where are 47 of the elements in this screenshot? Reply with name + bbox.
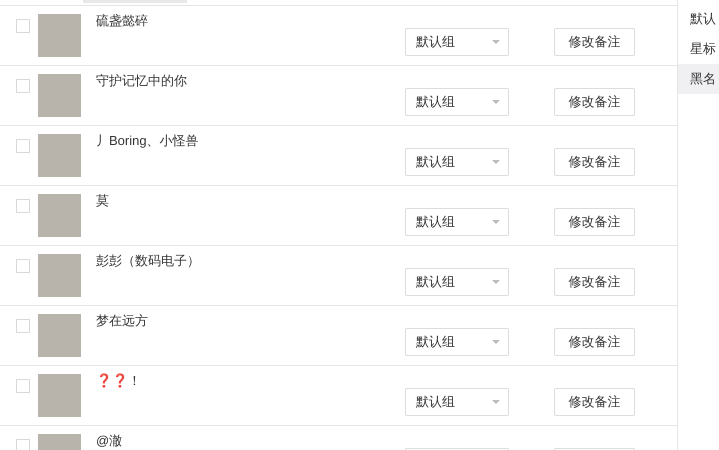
edit-note-button[interactable]: 修改备注 <box>554 148 635 176</box>
caret-icon <box>492 160 500 164</box>
group-select[interactable]: 默认组 <box>405 268 509 296</box>
checkbox[interactable] <box>16 19 30 33</box>
caret-icon <box>492 220 500 224</box>
friend-name: 梦在远方 <box>96 314 149 327</box>
avatar-placeholder <box>38 74 81 117</box>
caret-icon <box>492 340 500 344</box>
sidebar-item[interactable]: 星标 <box>678 34 719 64</box>
caret-icon <box>492 40 500 44</box>
avatar-placeholder <box>38 254 81 297</box>
edit-note-button[interactable]: 修改备注 <box>554 328 635 356</box>
group-select[interactable]: 默认组 <box>405 328 509 356</box>
friend-name: 丿Boring、小怪兽 <box>96 134 200 147</box>
edit-note-button[interactable]: 修改备注 <box>554 88 635 116</box>
checkbox[interactable] <box>16 319 30 333</box>
checkbox[interactable] <box>16 139 30 153</box>
edit-note-button[interactable]: 修改备注 <box>554 388 635 416</box>
avatar-placeholder <box>38 14 81 57</box>
checkbox[interactable] <box>16 439 30 450</box>
avatar-placeholder <box>38 134 81 177</box>
group-select[interactable]: 默认组 <box>405 88 509 116</box>
edit-note-button[interactable]: 修改备注 <box>554 268 635 296</box>
edit-note-button[interactable]: 修改备注 <box>554 208 635 236</box>
group-select[interactable]: 默认组 <box>405 388 509 416</box>
caret-icon <box>492 400 500 404</box>
sidebar-item[interactable]: 黑名 <box>678 64 719 94</box>
sidebar-item[interactable]: 默认 <box>678 4 719 34</box>
edit-note-button[interactable]: 修改备注 <box>554 28 635 56</box>
avatar-placeholder <box>38 374 81 417</box>
caret-icon <box>492 280 500 284</box>
caret-icon <box>492 100 500 104</box>
friend-name: 彭彭（数码电子） <box>96 254 201 267</box>
friend-name: 硫盏懿碎 <box>96 14 149 27</box>
checkbox[interactable] <box>16 79 30 93</box>
friend-name: ❓❓！ <box>96 374 142 387</box>
group-select[interactable]: 默认组 <box>405 208 509 236</box>
group-select[interactable]: 默认组 <box>405 28 509 56</box>
friend-name: 守护记忆中的你 <box>96 74 188 87</box>
checkbox[interactable] <box>16 379 30 393</box>
friend-name: 莫 <box>96 194 110 207</box>
group-select[interactable]: 默认组 <box>405 148 509 176</box>
checkbox[interactable] <box>16 259 30 273</box>
checkbox[interactable] <box>16 199 30 213</box>
friend-name: @澈 <box>96 434 124 447</box>
avatar-placeholder <box>38 314 81 357</box>
avatar-placeholder <box>38 194 81 237</box>
